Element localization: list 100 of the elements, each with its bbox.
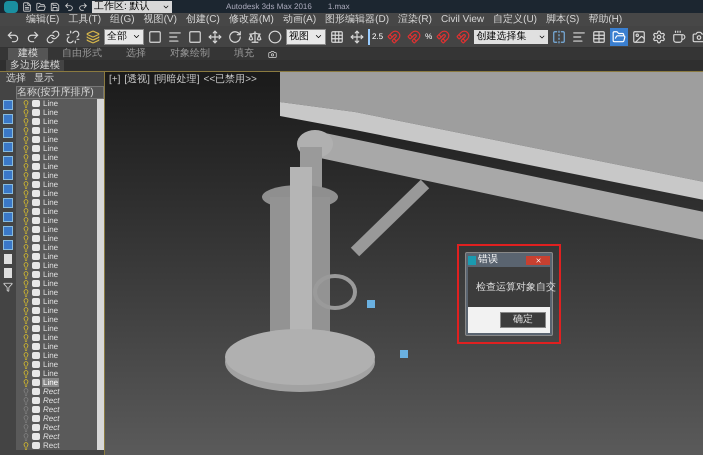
lightbulb-icon[interactable] (22, 280, 30, 288)
lightbulb-icon[interactable] (22, 306, 30, 314)
close-button[interactable] (526, 256, 550, 264)
object-name[interactable]: Line (42, 315, 60, 324)
menu-item[interactable]: 创建(C) (186, 13, 220, 26)
unlink-icon[interactable] (64, 28, 82, 46)
move-icon[interactable] (206, 28, 224, 46)
viewport-label[interactable]: [+] (109, 74, 120, 86)
object-name[interactable]: Line (42, 180, 60, 189)
object-name[interactable]: Line (42, 342, 60, 351)
object-name[interactable]: Line (42, 288, 60, 297)
object-name[interactable]: Line (42, 252, 60, 261)
scrollbar[interactable] (97, 99, 104, 450)
object-name[interactable]: Line (42, 135, 60, 144)
lightbulb-icon[interactable] (22, 270, 30, 278)
object-name[interactable]: Line (42, 99, 60, 108)
lightbulb-icon[interactable] (22, 118, 30, 126)
menu-item[interactable]: 视图(V) (144, 13, 177, 26)
object-name[interactable]: Line (42, 333, 60, 342)
object-name[interactable]: Line (42, 207, 60, 216)
lightbulb-icon[interactable] (22, 378, 30, 386)
link-icon[interactable] (44, 28, 62, 46)
object-name[interactable]: Line (42, 351, 60, 360)
layers-icon[interactable] (84, 28, 102, 46)
lightbulb-icon[interactable] (22, 198, 30, 206)
lightbulb-icon[interactable] (22, 342, 30, 350)
lightbulb-icon[interactable] (22, 298, 30, 306)
menu-item[interactable]: 帮助(H) (588, 13, 622, 26)
reference-coordinate-dropdown[interactable]: 视图 (286, 28, 326, 44)
object-name[interactable]: Rect (42, 432, 60, 441)
selection-set-field[interactable]: 创建选择集 (474, 30, 548, 44)
lightbulb-icon[interactable] (22, 180, 30, 188)
menu-item[interactable]: 工具(T) (68, 13, 102, 26)
lightbulb-icon[interactable] (22, 316, 30, 324)
lightbulb-icon[interactable] (22, 190, 30, 198)
ribbon-tab[interactable]: 填充 (224, 48, 264, 60)
lightbulb-icon[interactable] (22, 370, 30, 378)
viewport-label[interactable]: [明暗处理] (154, 74, 200, 86)
lightbulb-icon[interactable] (22, 208, 30, 216)
object-name[interactable]: Line (42, 108, 60, 117)
object-name[interactable]: Rect (42, 414, 60, 423)
lightbulb-icon[interactable] (22, 226, 30, 234)
ribbon-tab[interactable]: 自由形式 (52, 48, 112, 60)
lightbulb-icon[interactable] (22, 262, 30, 270)
menu-item[interactable]: 修改器(M) (228, 13, 274, 26)
object-name[interactable]: Line (42, 198, 60, 207)
object-name[interactable]: Line (42, 234, 60, 243)
lightbulb-icon[interactable] (22, 234, 30, 242)
column-header[interactable]: 名称(按升序排序) (16, 86, 104, 99)
lightbulb-icon[interactable] (22, 108, 30, 116)
lightbulb-icon[interactable] (22, 352, 30, 360)
lightbulb-icon[interactable] (22, 100, 30, 108)
funnel-icon[interactable] (3, 282, 13, 292)
object-name[interactable]: Line (42, 306, 60, 315)
menu-item[interactable]: 图形编辑器(D) (325, 13, 390, 26)
object-name[interactable]: Line (42, 225, 60, 234)
app-logo-icon[interactable] (4, 0, 18, 12)
object-name[interactable]: Line (42, 324, 60, 333)
lightbulb-icon[interactable] (22, 360, 30, 368)
object-name[interactable]: Rect (42, 441, 60, 450)
object-name[interactable]: Line (42, 378, 60, 387)
object-name[interactable]: Line (42, 369, 60, 378)
object-name[interactable]: Line (42, 261, 60, 270)
object-name[interactable]: Rect (42, 405, 60, 414)
object-name[interactable]: Line (42, 126, 60, 135)
redo-icon[interactable] (78, 2, 88, 12)
menu-item[interactable]: 渲染(R) (398, 13, 432, 26)
lightbulb-icon[interactable] (22, 144, 30, 152)
ribbon-tab[interactable]: 选择 (116, 48, 156, 60)
lightbulb-icon[interactable] (22, 244, 30, 252)
object-name[interactable]: Line (42, 297, 60, 306)
folder-icon[interactable] (610, 28, 628, 46)
menu-item[interactable]: 动画(A) (282, 13, 316, 26)
object-name[interactable]: Line (42, 144, 60, 153)
menu-item[interactable]: 自定义(U) (493, 13, 537, 26)
object-name[interactable]: Line (42, 189, 60, 198)
object-name[interactable]: Line (42, 360, 60, 369)
ribbon-tab[interactable]: 建模 (8, 48, 48, 60)
new-file-icon[interactable] (22, 2, 32, 12)
workspace-dropdown[interactable]: 工作区: 默认 (92, 0, 172, 12)
viewport-label[interactable]: <<已禁用>> (204, 74, 257, 86)
lightbulb-icon[interactable] (22, 442, 30, 450)
lightbulb-icon[interactable] (22, 324, 30, 332)
object-name[interactable]: Rect (42, 396, 60, 405)
menu-item[interactable]: Civil View (440, 13, 484, 26)
lightbulb-icon[interactable] (22, 216, 30, 224)
object-name[interactable]: Line (42, 117, 60, 126)
menu-item[interactable]: 组(G) (110, 13, 135, 26)
open-folder-icon[interactable] (36, 2, 46, 12)
ribbon-panel-label[interactable]: 多边形建模 (6, 60, 64, 71)
object-name[interactable]: Line (42, 279, 60, 288)
selection-filter-dropdown[interactable]: 全部 (104, 28, 144, 44)
ribbon-tab[interactable]: 对象绘制 (160, 48, 220, 60)
object-name[interactable]: Line (42, 270, 60, 279)
object-name[interactable]: Line (42, 171, 60, 180)
menu-item[interactable]: 编辑(E) (26, 13, 60, 26)
confirm-button[interactable]: 确定 (500, 312, 546, 328)
object-name[interactable]: Rect (42, 423, 60, 432)
viewport-label[interactable]: [透视] (124, 74, 150, 86)
menu-item[interactable]: 脚本(S) (546, 13, 580, 26)
